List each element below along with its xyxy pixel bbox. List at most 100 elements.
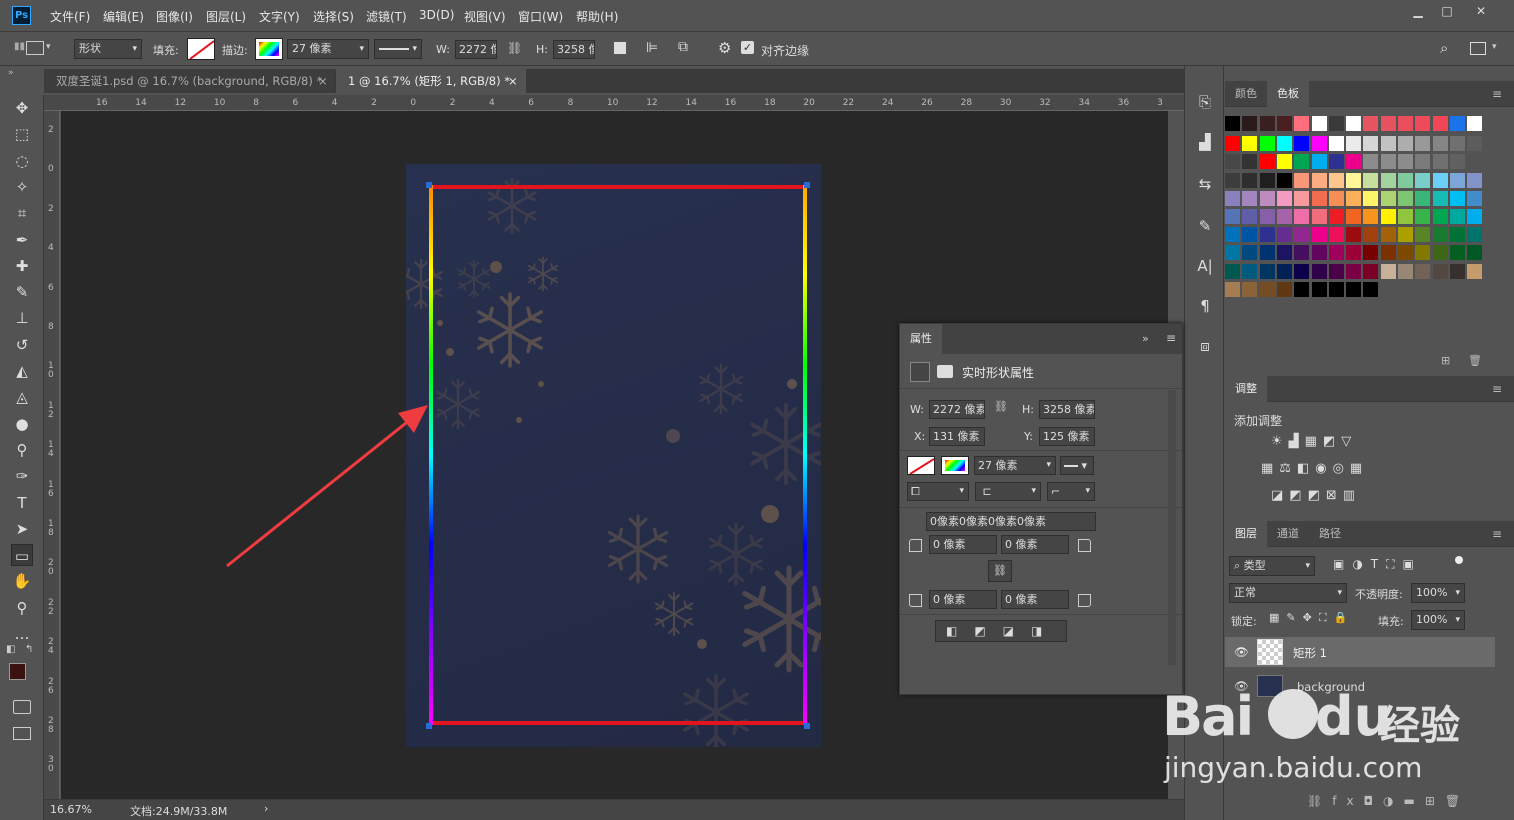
rectangle-icon[interactable]: ▭ [11, 544, 33, 567]
color-swatch[interactable] [1467, 154, 1483, 170]
opacity-field[interactable]: 100% ▾ [1411, 583, 1465, 603]
shape-mode-select[interactable]: 形状 ▾ [74, 39, 142, 59]
color-swatch[interactable] [1311, 209, 1327, 224]
color-swatch[interactable] [1225, 209, 1240, 224]
color-swatch[interactable] [1346, 136, 1362, 152]
align-edges-checkbox[interactable]: ✓ [741, 41, 754, 54]
color-swatch[interactable] [1311, 172, 1327, 188]
color-swatch[interactable] [1311, 227, 1327, 243]
color-swatch[interactable] [1294, 190, 1310, 206]
minimize-button[interactable]: ▁ [1405, 2, 1431, 20]
fill-swatch[interactable] [187, 38, 215, 60]
adjustment-icons-row2[interactable]: ▦⚖◧◉◎▦ [1261, 461, 1368, 476]
more-icon[interactable]: … [11, 623, 33, 645]
color-swatch[interactable] [1415, 263, 1431, 279]
path-select-icon[interactable]: ➤ [11, 518, 33, 540]
color-swatch[interactable] [1415, 209, 1431, 224]
color-swatch[interactable] [1346, 227, 1362, 243]
color-swatch[interactable] [1432, 172, 1448, 188]
color-swatch[interactable] [1294, 227, 1310, 243]
chevron-down-icon[interactable]: ▾ [46, 42, 51, 52]
menu-item[interactable]: 图层(L) [206, 8, 246, 25]
blur-icon[interactable]: ● [11, 413, 33, 435]
color-swatch[interactable] [1242, 190, 1258, 206]
w-field[interactable]: 2272 像素 [929, 400, 985, 419]
fill-opacity-field[interactable]: 100% ▾ [1411, 610, 1465, 630]
history-icon[interactable]: ⎘ [1193, 90, 1217, 114]
lasso-icon[interactable]: ◌ [11, 150, 33, 172]
color-swatch[interactable] [1380, 245, 1396, 261]
stroke-width-field[interactable]: 27 像素 ▾ [974, 456, 1056, 475]
color-swatch[interactable] [1311, 136, 1327, 152]
brush-icon[interactable]: ✎ [11, 281, 33, 303]
color-swatch[interactable] [1346, 209, 1362, 224]
color-swatch[interactable] [1259, 227, 1275, 243]
color-swatch[interactable] [1467, 263, 1483, 279]
menu-item[interactable]: 文字(Y) [259, 8, 300, 25]
3d-icon[interactable]: ⧈ [1193, 334, 1217, 358]
adjustment-icons-row1[interactable]: ☀▟▦◩▽ [1271, 434, 1357, 449]
fill-swatch[interactable] [907, 456, 935, 475]
color-swatch[interactable] [1346, 172, 1362, 188]
color-swatch[interactable] [1259, 172, 1275, 188]
color-swatch[interactable] [1346, 116, 1362, 131]
color-swatch[interactable] [1346, 190, 1362, 206]
color-swatch[interactable] [1259, 116, 1275, 131]
mask-properties-icon[interactable] [937, 365, 953, 378]
stroke-width-field[interactable]: 27 像素 ▾ [287, 39, 369, 59]
layer-name[interactable]: 矩形 1 [1293, 645, 1327, 661]
color-swatch[interactable] [1467, 172, 1483, 188]
color-swatch[interactable] [1380, 172, 1396, 188]
color-swatch[interactable] [1432, 190, 1448, 206]
color-swatch[interactable] [1363, 190, 1379, 206]
color-swatch[interactable] [1259, 136, 1275, 152]
search-icon[interactable]: ⌕ [1440, 39, 1448, 57]
workspace-chevron-icon[interactable]: ▾ [1492, 42, 1497, 52]
color-swatch[interactable] [1225, 154, 1240, 170]
color-swatch[interactable] [1225, 116, 1240, 131]
color-swatch[interactable] [1363, 154, 1379, 170]
color-swatch[interactable] [1467, 136, 1483, 152]
color-swatch[interactable] [1363, 136, 1379, 152]
color-swatch[interactable] [1242, 116, 1258, 131]
color-swatch[interactable] [1259, 190, 1275, 206]
color-swatch[interactable] [1449, 263, 1465, 279]
color-swatch[interactable] [1346, 263, 1362, 279]
menu-item[interactable]: 3D(D) [419, 8, 454, 22]
color-swatch[interactable] [1242, 209, 1258, 224]
panel-menu-icon[interactable]: ≡ [1492, 87, 1502, 101]
character-icon[interactable]: A| [1193, 254, 1217, 278]
stamp-icon[interactable]: ⊥ [11, 307, 33, 329]
color-swatch[interactable] [1346, 281, 1362, 297]
color-swatch[interactable] [1259, 263, 1275, 279]
color-swatch[interactable] [1398, 227, 1413, 243]
color-swatch[interactable] [1276, 116, 1292, 131]
color-swatch[interactable] [1363, 209, 1379, 224]
color-swatch[interactable] [1380, 190, 1396, 206]
menu-item[interactable]: 视图(V) [464, 8, 506, 25]
color-swatch[interactable] [1225, 263, 1240, 279]
color-swatch[interactable] [1242, 245, 1258, 261]
color-swatch[interactable] [1449, 245, 1465, 261]
stroke-align-select[interactable]: ⧠ ▾ [907, 482, 969, 501]
type-icon[interactable]: T [11, 492, 33, 514]
eyedropper-icon[interactable]: ✒ [11, 229, 33, 251]
color-swatch[interactable] [1415, 154, 1431, 170]
workspace-icon[interactable] [1470, 42, 1486, 55]
color-swatch[interactable] [1415, 245, 1431, 261]
stroke-corners-select[interactable]: ⌐ ▾ [1047, 482, 1095, 501]
color-swatch[interactable] [1294, 263, 1310, 279]
swap-colors-icon[interactable]: ↰ [25, 644, 33, 655]
color-swatch[interactable] [1328, 245, 1344, 261]
tab-channels[interactable]: 通道 [1267, 521, 1309, 547]
filter-toggle[interactable] [1455, 556, 1463, 564]
color-swatch[interactable] [1415, 136, 1431, 152]
histogram-icon[interactable]: ▟ [1193, 130, 1217, 154]
menu-item[interactable]: 窗口(W) [518, 8, 563, 25]
tab-swatches[interactable]: 色板 [1267, 81, 1309, 107]
menu-item[interactable]: 文件(F) [50, 8, 90, 25]
color-swatch[interactable] [1449, 116, 1465, 131]
anchor-point[interactable] [804, 723, 810, 729]
color-swatch[interactable] [1294, 281, 1310, 297]
color-swatch[interactable] [1380, 136, 1396, 152]
